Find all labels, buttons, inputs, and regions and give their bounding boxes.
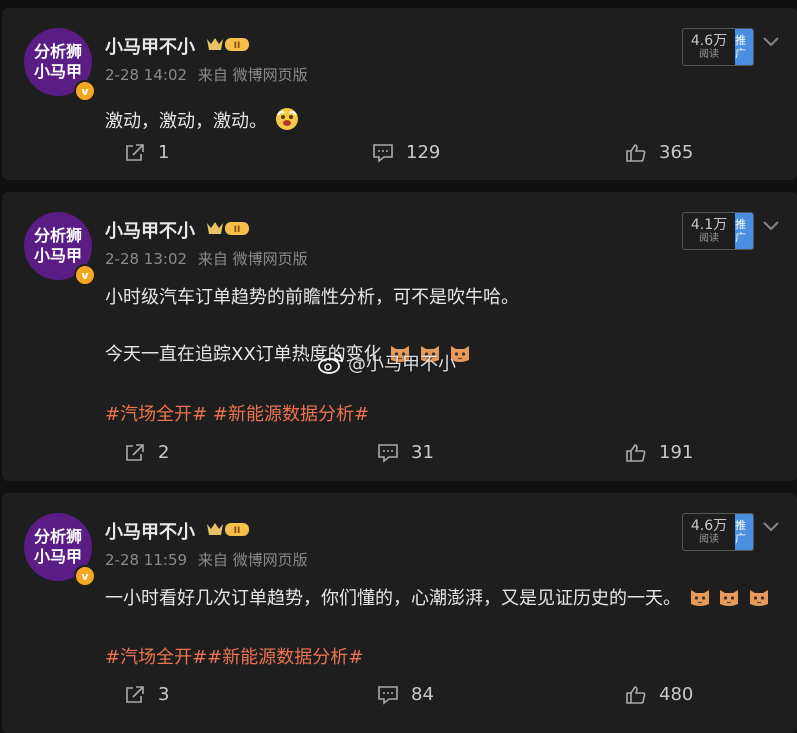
comment-button[interactable]: 31 bbox=[377, 442, 434, 463]
post-time-link[interactable]: 2-28 14:02 bbox=[105, 66, 187, 84]
verified-badge-icon: v bbox=[74, 264, 96, 286]
avatar-text-line1: 分析狮 bbox=[33, 226, 82, 245]
vip-crown-badge-icon[interactable]: II bbox=[205, 35, 251, 53]
thumbs-up-icon bbox=[626, 143, 646, 162]
chevron-down-icon[interactable] bbox=[762, 220, 780, 232]
post-source: 来自 微博网页版 bbox=[197, 66, 308, 84]
promote-button[interactable]: 推广 bbox=[735, 213, 753, 249]
verified-badge-icon: v bbox=[74, 565, 96, 587]
read-label: 阅读 bbox=[699, 232, 719, 244]
comment-count: 129 bbox=[406, 142, 441, 163]
promote-button[interactable]: 推广 bbox=[735, 514, 753, 550]
chevron-down-icon[interactable] bbox=[762, 521, 780, 533]
vip-crown-badge-icon[interactable]: II bbox=[205, 520, 251, 538]
thumbs-up-icon bbox=[626, 685, 646, 704]
comment-button[interactable]: 84 bbox=[377, 684, 434, 705]
thumbs-up-icon bbox=[626, 443, 646, 462]
verified-badge-icon: v bbox=[74, 80, 96, 102]
username-link[interactable]: 小马甲不小 bbox=[105, 518, 195, 544]
read-count-box[interactable]: 4.1万 阅读 推广 bbox=[682, 212, 754, 250]
promote-button[interactable]: 推广 bbox=[735, 29, 753, 65]
post-time-link[interactable]: 2-28 11:59 bbox=[105, 551, 187, 569]
share-icon bbox=[126, 443, 144, 461]
read-count-box[interactable]: 4.6万 阅读 推广 bbox=[682, 28, 754, 66]
comment-icon bbox=[373, 143, 393, 163]
avatar-text-line2: 小马甲 bbox=[33, 547, 82, 566]
repost-count: 1 bbox=[158, 142, 170, 163]
vip-crown-badge-icon[interactable]: II bbox=[205, 219, 251, 237]
post-card: 分析狮 小马甲 v 小马甲不小 II 2-28 13:02 来自 微博网页版 小… bbox=[2, 192, 797, 481]
svg-text:II: II bbox=[234, 526, 241, 536]
comment-icon bbox=[378, 443, 398, 463]
hashtag-links[interactable]: #汽场全开# #新能源数据分析# bbox=[105, 401, 369, 429]
svg-text:II: II bbox=[234, 225, 241, 235]
post-text-line: 小时级汽车订单趋势的前瞻性分析，可不是吹牛哈。 bbox=[105, 287, 519, 308]
read-label: 阅读 bbox=[699, 48, 719, 60]
post-source: 来自 微博网页版 bbox=[197, 551, 308, 569]
read-count: 4.6万 bbox=[690, 517, 728, 534]
repost-button[interactable]: 2 bbox=[124, 442, 169, 463]
weibo-logo-icon bbox=[318, 354, 343, 374]
action-bar: 1 129 365 bbox=[2, 142, 797, 170]
like-button[interactable]: 365 bbox=[625, 142, 693, 163]
post-meta: 2-28 14:02 来自 微博网页版 bbox=[105, 64, 314, 85]
repost-button[interactable]: 1 bbox=[124, 142, 169, 163]
action-bar: 2 31 191 bbox=[2, 442, 797, 470]
comment-count: 31 bbox=[411, 442, 434, 463]
username-link[interactable]: 小马甲不小 bbox=[105, 33, 195, 59]
avatar-text-line2: 小马甲 bbox=[33, 246, 82, 265]
like-button[interactable]: 480 bbox=[625, 684, 693, 705]
comment-icon bbox=[378, 685, 398, 705]
cat-face-emoji-icon bbox=[720, 590, 739, 606]
read-count-box[interactable]: 4.6万 阅读 推广 bbox=[682, 513, 754, 551]
repost-button[interactable]: 3 bbox=[124, 684, 169, 705]
avatar-text-line1: 分析狮 bbox=[33, 42, 82, 61]
post-text-line: 一小时看好几次订单趋势，你们懂的，心潮澎湃，又是见证历史的一天。 bbox=[105, 588, 681, 609]
share-icon bbox=[126, 143, 144, 161]
like-count: 191 bbox=[659, 442, 694, 463]
avatar-text-line2: 小马甲 bbox=[33, 62, 82, 81]
avatar-text-line1: 分析狮 bbox=[33, 527, 82, 546]
like-button[interactable]: 191 bbox=[625, 442, 693, 463]
read-label: 阅读 bbox=[699, 533, 719, 545]
post-text: 激动，激动，激动。 bbox=[105, 107, 299, 136]
username-link[interactable]: 小马甲不小 bbox=[105, 217, 195, 243]
repost-count: 2 bbox=[158, 442, 170, 463]
post-card: 分析狮 小马甲 v 小马甲不小 II 2-28 14:02 来自 微博网页版 激… bbox=[2, 8, 797, 180]
excited-face-emoji-icon bbox=[275, 108, 298, 130]
svg-text:II: II bbox=[234, 41, 241, 51]
post-meta: 2-28 11:59 来自 微博网页版 bbox=[105, 549, 314, 570]
chevron-down-icon[interactable] bbox=[762, 36, 780, 48]
comment-button[interactable]: 129 bbox=[372, 142, 440, 163]
watermark: @小马甲不小 bbox=[318, 350, 456, 376]
like-count: 480 bbox=[659, 684, 694, 705]
post-text-line: 激动，激动，激动。 bbox=[105, 111, 267, 132]
cat-face-emoji-icon bbox=[750, 590, 769, 606]
post-card: 分析狮 小马甲 v 小马甲不小 II 2-28 11:59 来自 微博网页版 一… bbox=[2, 493, 797, 733]
post-time-link[interactable]: 2-28 13:02 bbox=[105, 250, 187, 268]
read-count: 4.6万 bbox=[690, 32, 728, 49]
share-icon bbox=[126, 685, 144, 703]
post-text: 一小时看好几次订单趋势，你们懂的，心潮澎湃，又是见证历史的一天。 bbox=[105, 585, 770, 613]
watermark-text: @小马甲不小 bbox=[348, 354, 456, 375]
like-count: 365 bbox=[659, 142, 694, 163]
repost-count: 3 bbox=[158, 684, 170, 705]
cat-face-emoji-icon bbox=[690, 590, 709, 606]
comment-count: 84 bbox=[411, 684, 434, 705]
read-count: 4.1万 bbox=[690, 216, 728, 233]
action-bar: 3 84 480 bbox=[2, 684, 797, 712]
post-meta: 2-28 13:02 来自 微博网页版 bbox=[105, 248, 314, 269]
post-text: 小时级汽车订单趋势的前瞻性分析，可不是吹牛哈。 bbox=[105, 284, 519, 312]
post-source: 来自 微博网页版 bbox=[197, 250, 308, 268]
hashtag-links[interactable]: #汽场全开##新能源数据分析# bbox=[105, 644, 363, 672]
